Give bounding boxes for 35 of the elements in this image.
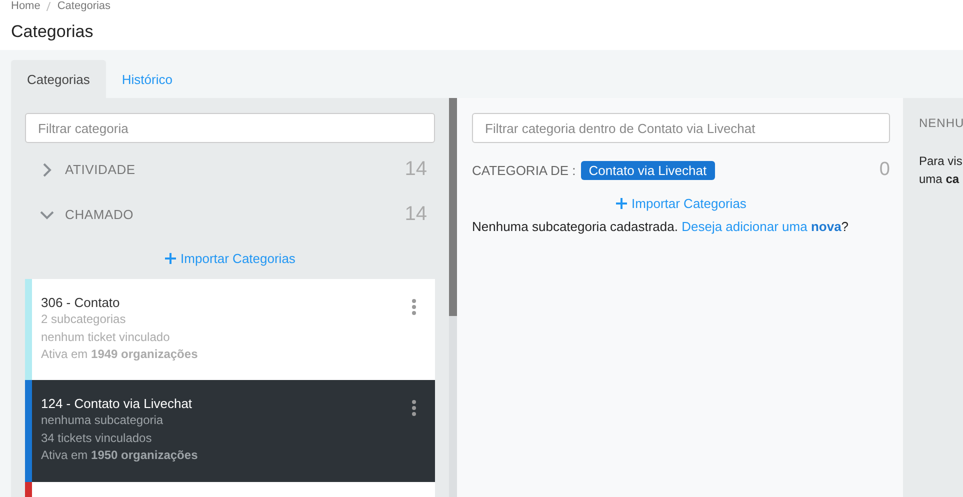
plus-icon <box>164 252 176 264</box>
card-detail: Ativa em 1949 organizações <box>41 346 199 363</box>
more-options-icon[interactable] <box>411 400 417 416</box>
card-title: 124 - Contato via Livechat <box>41 395 194 412</box>
category-group[interactable]: ATIVIDADE 14 <box>25 147 435 192</box>
empty-message: Nenhuma subcategoria cadastrada. <box>472 219 678 234</box>
breadcrumb-link[interactable]: Home <box>11 0 40 12</box>
category-label: CATEGORIA DE : <box>472 162 576 178</box>
panel-heading: NENHU <box>919 116 963 130</box>
hint-text: Para vis <box>919 153 963 170</box>
scrollbar-thumb[interactable] <box>449 98 457 316</box>
breadcrumb-current: Categorias <box>57 0 111 12</box>
filter-field[interactable]: Filtrar categoria dentro de Contato via Livechat <box>472 113 890 143</box>
card-detail: 34 tickets vinculados <box>41 430 153 446</box>
category-card[interactable]: 306 - Contato 2 subcategorias nenhum ticket vinculado Ativa em 1949 organizações <box>25 279 435 380</box>
hint-text: uma ca <box>919 171 960 188</box>
import-categories-link[interactable]: Importar Categorias <box>616 187 746 219</box>
more-options-icon[interactable] <box>411 299 417 315</box>
import-categories-link[interactable]: Importar Categorias <box>164 237 296 279</box>
question-mark: ? <box>841 219 849 234</box>
category-card[interactable]: 124 - Contato via Livechat nenhuma subcategoria 34 tickets vinculados Ativa em 1950 organizações <box>25 380 435 482</box>
filter-field[interactable]: Filtrar categoria <box>25 113 435 143</box>
page-title: Categorias <box>10 21 94 40</box>
tab[interactable]: Histórico <box>106 60 188 98</box>
subcategory-count: 0 <box>879 159 890 181</box>
category-tag: Contato via Livechat <box>580 160 715 180</box>
add-new-link[interactable]: Deseja adicionar uma nova <box>682 219 842 234</box>
card-detail: Ativa em 1950 organizações <box>41 447 199 464</box>
card-detail: nenhum ticket vinculado <box>41 328 171 346</box>
plus-icon <box>616 198 627 208</box>
card-detail: 2 subcategorias <box>41 311 127 328</box>
tab[interactable]: Categorias <box>11 60 106 98</box>
card-title: 306 - Contato <box>41 294 121 311</box>
category-group[interactable]: CHAMADO 14 <box>25 192 435 237</box>
card-detail: nenhuma subcategoria <box>41 412 164 429</box>
